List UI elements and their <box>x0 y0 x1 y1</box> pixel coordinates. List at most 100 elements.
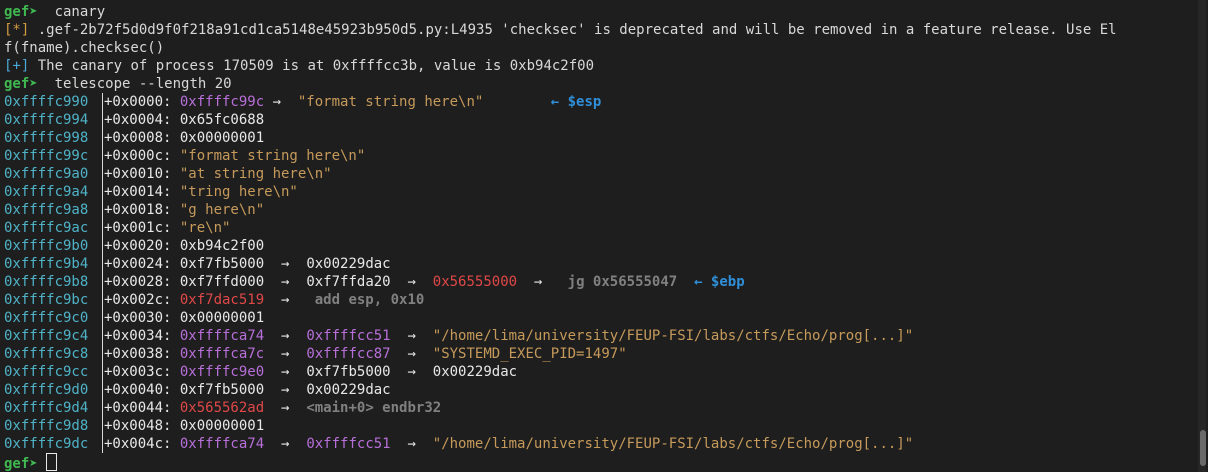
column-separator <box>102 345 103 363</box>
column-separator <box>102 273 103 291</box>
stack-address: 0xffffc9d0 <box>4 382 89 398</box>
scrollbar-track[interactable] <box>1198 0 1206 472</box>
deref-arrow: → <box>264 436 307 452</box>
stack-pointer-value: 0xffffc9e0 <box>179 364 265 380</box>
column-separator <box>102 417 103 435</box>
string-value: "tring here\n" <box>179 184 298 200</box>
register-marker: ← $esp <box>550 94 602 110</box>
stack-address: 0xffffc998 <box>4 130 89 146</box>
stack-offset: +0x004c: <box>104 436 180 452</box>
deref-arrow: → <box>264 382 307 398</box>
string-value: "at string here\n" <box>179 166 332 182</box>
code-pointer-value: 0x565562ad <box>179 400 265 416</box>
column-separator <box>102 435 103 453</box>
stack-row: 0xffffc994 +0x0004: 0x65fc0688 <box>0 111 1196 129</box>
code-pointer-value: 0xf7dac519 <box>179 292 265 308</box>
deref-arrow: → <box>264 94 290 110</box>
stack-row: 0xffffc998 +0x0008: 0x00000001 <box>0 129 1196 147</box>
stack-address: 0xffffc9ac <box>4 220 89 236</box>
stack-row: 0xffffc9d4 +0x0044: 0x565562ad → <main+0>… <box>0 399 1196 417</box>
stack-row: 0xffffc9a8 +0x0018: "g here\n" <box>0 201 1196 219</box>
stack-offset: +0x0034: <box>104 328 180 344</box>
stack-row: 0xffffc99c +0x000c: "format string here\n… <box>0 147 1196 165</box>
stack-address: 0xffffc9cc <box>4 364 89 380</box>
stack-pointer-value: 0xffffcc51 <box>306 436 391 452</box>
prompt: gef➤ <box>4 76 38 92</box>
stack-address: 0xffffc9a8 <box>4 202 89 218</box>
stack-pointer-value: 0xffffca74 <box>179 328 265 344</box>
stack-offset: +0x0028: <box>104 274 180 290</box>
stack-row: 0xffffc9ac +0x001c: "re\n" <box>0 219 1196 237</box>
command-line: gef➤ telescope --length 20 <box>0 75 1196 93</box>
value: 0xf7ffd000 <box>179 274 265 290</box>
stack-offset: +0x0010: <box>104 166 180 182</box>
stack-offset: +0x0044: <box>104 400 180 416</box>
column-separator <box>102 165 103 183</box>
stack-address: 0xffffc9bc <box>4 292 89 308</box>
column-separator <box>102 93 103 111</box>
column-separator <box>102 237 103 255</box>
stack-address: 0xffffc9b0 <box>4 238 89 254</box>
command-text: canary <box>54 4 106 20</box>
prompt: gef➤ <box>4 456 38 471</box>
column-separator <box>102 183 103 201</box>
deref-arrow: → <box>390 364 433 380</box>
stack-row: 0xffffc9c0 +0x0030: 0x00000001 <box>0 309 1196 327</box>
stack-address: 0xffffc9d8 <box>4 418 89 434</box>
stack-row: 0xffffc9c4 +0x0034: 0xffffca74 → 0xffffcc… <box>0 327 1196 345</box>
stack-row: 0xffffc9b8 +0x0028: 0xf7ffd000 → 0xf7ffda… <box>0 273 1196 291</box>
stack-pointer-value: 0xffffcc87 <box>306 346 391 362</box>
column-separator <box>102 399 103 417</box>
column-separator <box>102 309 103 327</box>
prompt: gef➤ <box>4 4 38 20</box>
stack-row: 0xffffc9a0 +0x0010: "at string here\n" <box>0 165 1196 183</box>
stack-offset: +0x0038: <box>104 346 180 362</box>
stack-offset: +0x0020: <box>104 238 180 254</box>
stack-pointer-value: 0xffffcc51 <box>306 328 391 344</box>
instruction-text: add esp, 0x10 <box>314 292 425 308</box>
string-value: "format string here\n" <box>289 94 484 110</box>
deref-arrow: → <box>264 292 315 308</box>
stack-offset: +0x0024: <box>104 256 180 272</box>
command-text: telescope --length 20 <box>54 76 232 92</box>
stack-address: 0xffffc9d4 <box>4 400 89 416</box>
stack-pointer-value: 0xffffca74 <box>179 436 265 452</box>
register-marker: ← $ebp <box>694 274 745 290</box>
stack-offset: +0x000c: <box>104 148 180 164</box>
value: 0xf7fb5000 <box>179 256 265 272</box>
info-tag: [+] <box>4 58 30 74</box>
string-value: "/home/lima/university/FEUP-FSI/labs/ctf… <box>432 328 914 344</box>
active-command-line[interactable]: gef➤ <box>0 453 1196 471</box>
warning-tag: [*] <box>4 22 30 38</box>
stack-offset: +0x0048: <box>104 418 180 434</box>
stack-address: 0xffffc994 <box>4 112 89 128</box>
stack-offset: +0x001c: <box>104 220 180 236</box>
value: 0xf7ffda20 <box>306 274 391 290</box>
string-value: "/home/lima/university/FEUP-FSI/labs/ctf… <box>432 436 914 452</box>
stack-address: 0xffffc9c0 <box>4 310 89 326</box>
deref-arrow: → <box>517 274 568 290</box>
scrollbar-thumb[interactable] <box>1200 430 1206 466</box>
stack-address: 0xffffc99c <box>4 148 89 164</box>
instruction-text: jg 0x56555047 <box>567 274 678 290</box>
value: 0xb94c2f00 <box>179 238 265 254</box>
value: 0x00229dac <box>432 364 518 380</box>
value: 0x00000001 <box>179 130 265 146</box>
stack-offset: +0x0014: <box>104 184 180 200</box>
stack-address: 0xffffc9b4 <box>4 256 89 272</box>
info-text: The canary of process 170509 is at 0xfff… <box>29 58 595 74</box>
terminal-output[interactable]: gef➤ canary [*] .gef-2b72f5d0d9f0f218a91… <box>0 3 1196 471</box>
stack-offset: +0x0004: <box>104 112 180 128</box>
info-line: [+] The canary of process 170509 is at 0… <box>0 57 1196 75</box>
text-cursor <box>46 453 58 471</box>
value: 0xf7fb5000 <box>179 382 265 398</box>
stack-address: 0xffffc9a4 <box>4 184 89 200</box>
stack-row: 0xffffc9dc +0x004c: 0xffffca74 → 0xffffcc… <box>0 435 1196 453</box>
stack-address: 0xffffc9a0 <box>4 166 89 182</box>
deref-arrow: → <box>264 256 307 272</box>
column-separator <box>102 111 103 129</box>
column-separator <box>102 255 103 273</box>
stack-row: 0xffffc9c8 +0x0038: 0xffffca7c → 0xffffcc… <box>0 345 1196 363</box>
value: 0xf7fb5000 <box>306 364 391 380</box>
